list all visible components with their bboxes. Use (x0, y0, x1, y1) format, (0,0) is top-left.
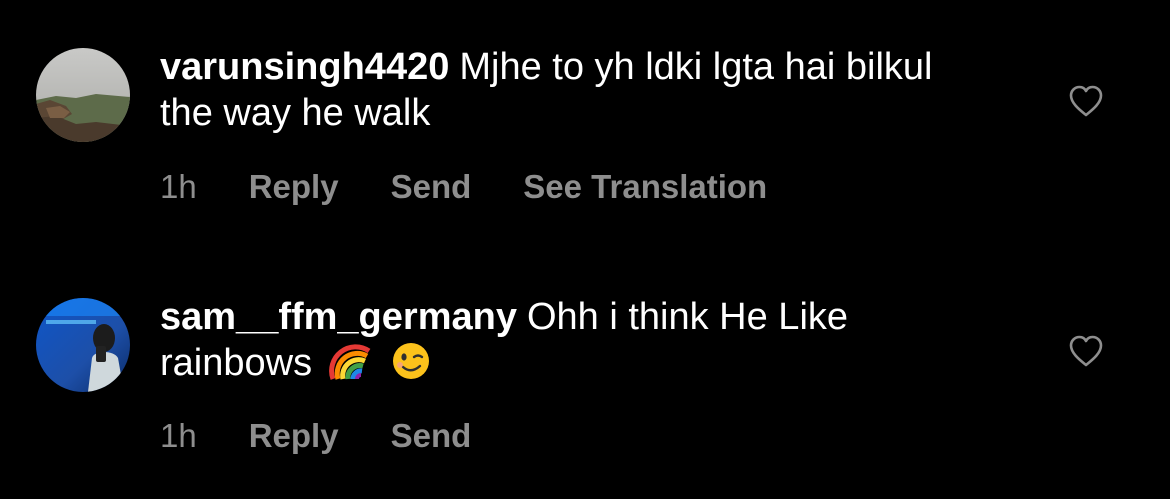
rainbow-emoji (328, 341, 375, 381)
comment-meta: 1h Reply Send See Translation (160, 167, 819, 207)
comment-body: varunsingh4420 Mjhe to yh ldki lgta hai b… (160, 44, 980, 136)
comment-username[interactable]: sam__ffm_germany (160, 296, 517, 338)
see-translation-button[interactable]: See Translation (523, 168, 767, 205)
avatar-landscape-photo (36, 48, 130, 142)
heart-outline-icon[interactable] (1068, 334, 1104, 368)
reply-button[interactable]: Reply (249, 168, 339, 205)
avatar-person-photo (36, 298, 130, 392)
comment-time: 1h (160, 168, 197, 205)
avatar[interactable] (36, 48, 130, 142)
send-button[interactable]: Send (391, 417, 472, 454)
send-button[interactable]: Send (391, 168, 472, 205)
reply-button[interactable]: Reply (249, 417, 339, 454)
comment-meta: 1h Reply Send (160, 416, 523, 456)
winking-face-emoji (391, 341, 431, 381)
heart-outline-icon[interactable] (1068, 84, 1104, 118)
avatar[interactable] (36, 298, 130, 392)
comment-username[interactable]: varunsingh4420 (160, 46, 449, 88)
comment-body: sam__ffm_germany Ohh i think He Like rain… (160, 294, 980, 386)
comment-time: 1h (160, 417, 197, 454)
